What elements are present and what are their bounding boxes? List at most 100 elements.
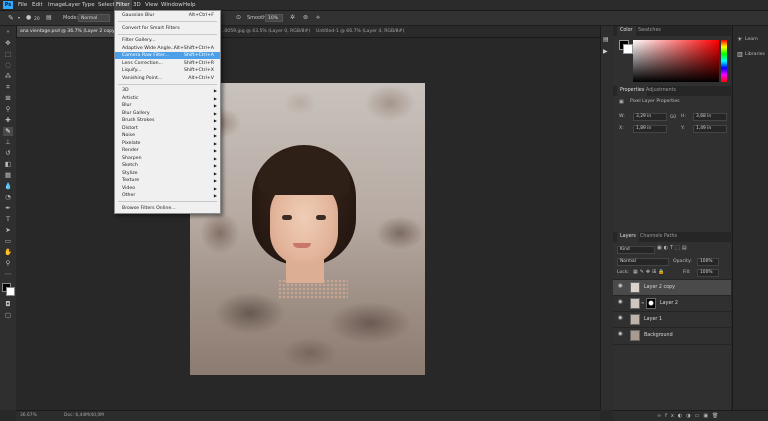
- width-field[interactable]: 3,29 in: [633, 113, 667, 121]
- filter-menu-item[interactable]: Sharpen ▶: [115, 155, 220, 162]
- tab-ana-vientage[interactable]: ana vientage.psd @ 36.7% (Layer 2 copy, …: [16, 26, 118, 37]
- pressure-opacity-icon[interactable]: ⊙: [236, 11, 241, 25]
- layer-footer-icons[interactable]: ∞fx◐◑▭▣🗑: [657, 413, 722, 419]
- background-color-swatch[interactable]: [6, 287, 15, 296]
- history-brush-tool-icon[interactable]: ↺: [3, 149, 13, 158]
- tab-untitled-1[interactable]: Untitled-1 @ 66.7% (Layer 4, RGB/8#): [312, 26, 425, 37]
- filter-menu-item[interactable]: Camera Raw Filter... Shift+Ctrl+A: [115, 52, 220, 59]
- chevron-down-icon[interactable]: ▾: [18, 11, 20, 25]
- libraries-icon[interactable]: ▥: [737, 51, 743, 58]
- link-dimensions-icon[interactable]: GO: [670, 114, 676, 119]
- filter-menu-item[interactable]: Artistic ▶: [115, 95, 220, 102]
- tab-layers[interactable]: Layers: [617, 232, 639, 242]
- pressure-size-icon[interactable]: ⊚: [303, 11, 308, 25]
- layer-filter-icons[interactable]: ▣◐T⬚▤: [657, 245, 689, 251]
- menu-3d[interactable]: 3D: [131, 0, 143, 10]
- filter-menu-item[interactable]: Lens Correction... Shift+Ctrl+R: [115, 60, 220, 67]
- filter-menu-item[interactable]: Adaptive Wide Angle... Alt+Shift+Ctrl+A: [115, 45, 220, 52]
- filter-menu-item[interactable]: Pixelate ▶: [115, 140, 220, 147]
- brush-tool-icon[interactable]: ✎: [3, 127, 13, 136]
- mode-select[interactable]: Normal: [78, 14, 110, 22]
- frame-tool-icon[interactable]: ⊠: [3, 94, 13, 103]
- layer-mask-thumbnail[interactable]: [646, 298, 656, 309]
- hue-slider[interactable]: [721, 40, 727, 82]
- blur-tool-icon[interactable]: 💧: [3, 182, 13, 191]
- pen-tool-icon[interactable]: ✒: [3, 204, 13, 213]
- crop-tool-icon[interactable]: ⌗: [3, 83, 13, 92]
- tab-color[interactable]: Color: [617, 26, 636, 36]
- chain-link-icon[interactable]: ∞: [641, 300, 644, 305]
- menu-edit[interactable]: Edit: [30, 0, 45, 10]
- menu-filter[interactable]: Filter: [114, 0, 132, 10]
- x-field[interactable]: 1,89 in: [633, 125, 667, 133]
- tab-swatches[interactable]: Swatches: [635, 26, 664, 36]
- filter-menu-item[interactable]: Texture ▶: [115, 177, 220, 184]
- filter-menu-item[interactable]: Convert for Smart Filters: [115, 25, 220, 32]
- screen-mode-icon[interactable]: ▢: [3, 311, 13, 320]
- type-tool-icon[interactable]: T: [3, 215, 13, 224]
- filter-menu-item[interactable]: Render ▶: [115, 147, 220, 154]
- y-field[interactable]: 1,49 in: [693, 125, 727, 133]
- visibility-eye-icon[interactable]: ◉: [618, 315, 624, 321]
- filter-menu-item[interactable]: Filter Gallery...: [115, 37, 220, 44]
- gear-icon[interactable]: ✲: [290, 11, 295, 25]
- layer-row[interactable]: ◉ ∞ Layer 2: [613, 295, 731, 312]
- filter-menu-item[interactable]: Other ▶: [115, 192, 220, 199]
- filter-menu-item[interactable]: Stylize ▶: [115, 170, 220, 177]
- visibility-eye-icon[interactable]: ◉: [618, 299, 624, 305]
- layer-name[interactable]: Layer 2: [660, 296, 678, 312]
- menu-view[interactable]: View: [143, 0, 160, 10]
- background-color-chip[interactable]: [623, 44, 633, 54]
- brush-preset-icon[interactable]: ●: [26, 11, 31, 25]
- healing-brush-tool-icon[interactable]: ✚: [3, 116, 13, 125]
- color-field[interactable]: [633, 40, 719, 82]
- layer-filter-kind-select[interactable]: Kind: [617, 246, 655, 254]
- marquee-tool-icon[interactable]: ⬚: [3, 50, 13, 59]
- menu-help[interactable]: Help: [181, 0, 198, 10]
- menu-type[interactable]: Type: [80, 0, 97, 10]
- move-tool-icon[interactable]: ✥: [3, 39, 13, 48]
- visibility-eye-icon[interactable]: ◉: [618, 331, 624, 337]
- filter-menu-item[interactable]: Browse Filters Online...: [115, 205, 220, 212]
- hand-tool-icon[interactable]: ✋: [3, 248, 13, 257]
- gradient-tool-icon[interactable]: ▦: [3, 171, 13, 180]
- brush-settings-icon[interactable]: ▤: [46, 11, 52, 25]
- history-panel-icon[interactable]: ▤: [603, 36, 609, 43]
- filter-menu-item[interactable]: Sketch ▶: [115, 162, 220, 169]
- lock-icons[interactable]: ▦✎✥⊞🔒: [633, 269, 667, 275]
- more-tools-icon[interactable]: ⋯: [3, 270, 13, 279]
- filter-menu-item[interactable]: Liquify... Shift+Ctrl+X: [115, 67, 220, 74]
- libraries-label[interactable]: Libraries: [745, 52, 765, 57]
- smoothing-input[interactable]: 10%: [265, 14, 283, 22]
- filter-menu-item[interactable]: Video ▶: [115, 185, 220, 192]
- dodge-tool-icon[interactable]: ◔: [3, 193, 13, 202]
- layer-row[interactable]: ◉ Background: [613, 327, 731, 345]
- lasso-tool-icon[interactable]: ◌: [3, 61, 13, 70]
- layer-row[interactable]: ◉ Layer 1: [613, 311, 731, 328]
- zoom-tool-icon[interactable]: ⚲: [3, 259, 13, 268]
- tab-paths[interactable]: Paths: [661, 232, 680, 242]
- quick-mask-icon[interactable]: ◘: [3, 300, 13, 309]
- layer-name[interactable]: Background: [644, 328, 673, 344]
- document-canvas[interactable]: [190, 83, 425, 375]
- tab-image-0059[interactable]: ...0059.jpg @ 43.5% (Layer 0, RGB/8#): [216, 26, 319, 37]
- brush-tool-icon[interactable]: ✎: [8, 11, 14, 25]
- filter-menu-item[interactable]: Brush Strokes ▶: [115, 117, 220, 124]
- filter-menu-item[interactable]: 3D ▶: [115, 87, 220, 94]
- height-field[interactable]: 3,68 in: [693, 113, 727, 121]
- filter-menu-item[interactable]: Blur ▶: [115, 102, 220, 109]
- layer-name[interactable]: Layer 1: [644, 312, 662, 328]
- menu-file[interactable]: File: [16, 0, 29, 10]
- blend-mode-select[interactable]: Normal: [617, 258, 669, 266]
- quick-select-tool-icon[interactable]: ⁂: [3, 72, 13, 81]
- symmetry-icon[interactable]: ⟡: [316, 11, 320, 25]
- filter-menu-item[interactable]: Noise ▶: [115, 132, 220, 139]
- eraser-tool-icon[interactable]: ◧: [3, 160, 13, 169]
- shape-tool-icon[interactable]: ▭: [3, 237, 13, 246]
- filter-menu-item[interactable]: Blur Gallery ▶: [115, 110, 220, 117]
- brush-size-value[interactable]: 20: [34, 13, 40, 27]
- layer-row[interactable]: ◉ Layer 2 copy: [613, 279, 731, 296]
- tab-adjustments[interactable]: Adjustments: [643, 86, 679, 96]
- filter-menu-item[interactable]: Vanishing Point... Alt+Ctrl+V: [115, 75, 220, 82]
- clone-stamp-tool-icon[interactable]: ⊥: [3, 138, 13, 147]
